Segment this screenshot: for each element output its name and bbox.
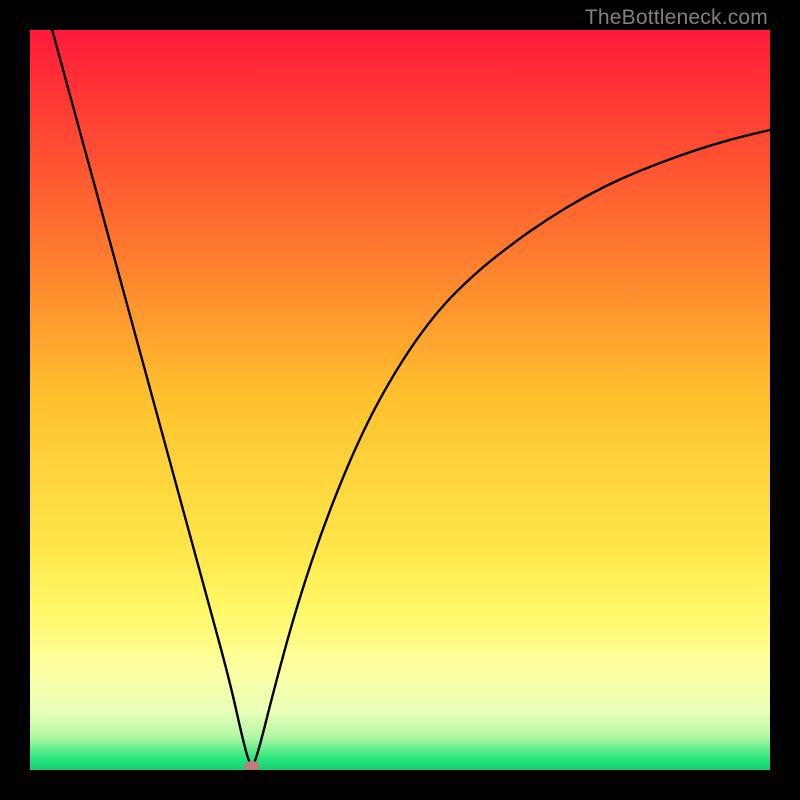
curve-layer [30,30,770,770]
watermark-text: TheBottleneck.com [585,6,768,30]
plot-area [30,30,770,770]
chart-frame: TheBottleneck.com [0,0,800,800]
minimum-marker [245,761,260,770]
bottleneck-curve [52,30,770,764]
